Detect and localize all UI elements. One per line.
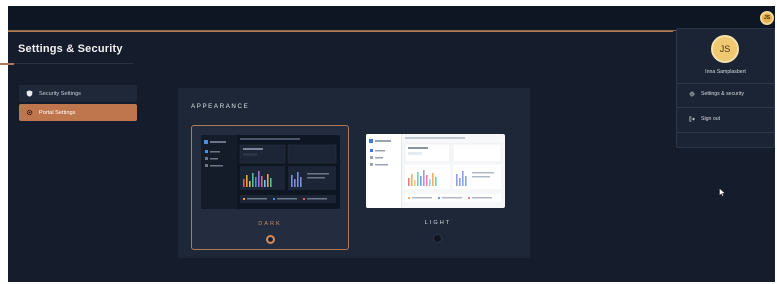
sidebar-item-label: Portal Settings [39, 109, 76, 116]
menu-item-settings-security[interactable]: Settings & security [689, 91, 744, 97]
header-divider [8, 31, 673, 32]
user-menu-dropdown: JS Inna Samplasbert Settings & security … [676, 28, 775, 148]
menu-divider [677, 83, 774, 84]
sidebar-item-portal-settings[interactable]: Portal Settings [19, 104, 137, 121]
sidebar-item-security-settings[interactable]: Security Settings [19, 85, 137, 102]
sidebar-item-label: Security Settings [39, 90, 81, 97]
dark-theme-radio[interactable] [266, 235, 275, 244]
user-menu-button[interactable]: JS [760, 11, 774, 25]
title-divider [8, 63, 133, 64]
gear-icon [689, 91, 695, 97]
dark-theme-preview [201, 135, 340, 209]
avatar: JS [711, 35, 739, 63]
menu-item-label: Sign out [701, 116, 721, 122]
preview-dashboard-graphic [404, 137, 502, 202]
menu-divider [677, 132, 774, 133]
light-theme-radio[interactable] [433, 234, 442, 243]
light-theme-preview [366, 134, 505, 208]
gear-icon [26, 109, 33, 116]
page-title: Settings & Security [18, 43, 123, 55]
theme-option-dark[interactable]: DARK [191, 125, 349, 250]
shield-icon [26, 90, 33, 97]
mouse-cursor-icon [719, 188, 726, 197]
theme-label-light: LIGHT [424, 220, 452, 226]
menu-item-label: Settings & security [701, 91, 744, 97]
menu-item-sign-out[interactable]: Sign out [689, 116, 720, 122]
menu-divider [677, 107, 774, 108]
title-accent [0, 63, 14, 65]
theme-option-light[interactable]: LIGHT [359, 125, 517, 250]
sign-out-icon [689, 116, 695, 122]
app-window: Settings & Security Security Settings Po… [8, 6, 775, 282]
top-bar [8, 6, 775, 31]
theme-label-dark: DARK [258, 221, 282, 227]
preview-sidebar-graphic [369, 139, 391, 166]
preview-sidebar-graphic [204, 140, 226, 167]
preview-dashboard-graphic [239, 138, 337, 203]
user-name: Inna Samplasbert [705, 69, 746, 75]
appearance-panel: APPEARANCE DARK LIGHT [178, 88, 530, 258]
appearance-title: APPEARANCE [191, 103, 250, 110]
